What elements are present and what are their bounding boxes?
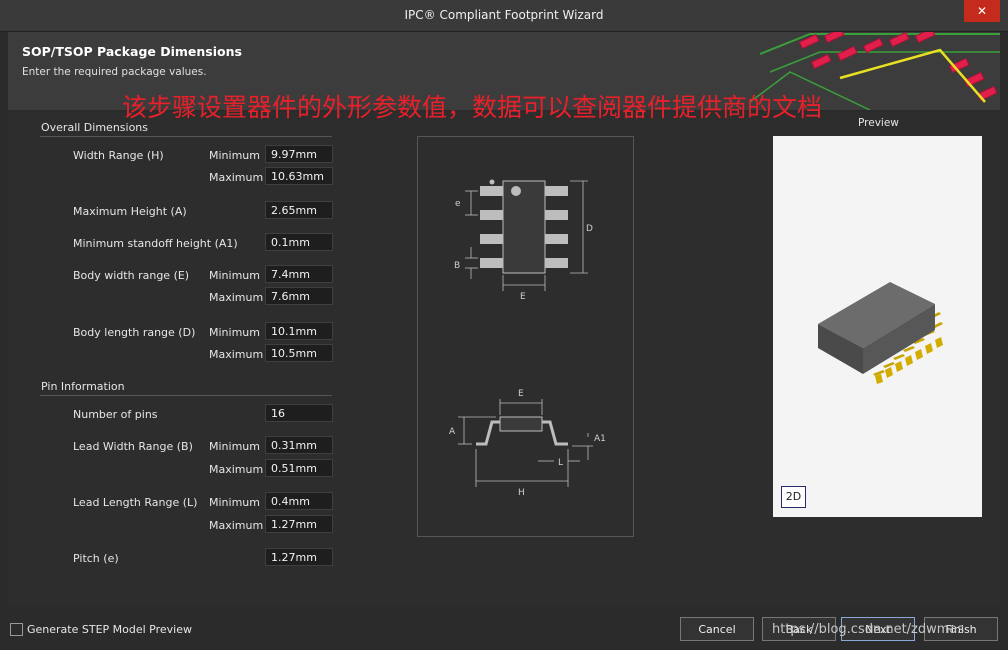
- preview-3d-viewport[interactable]: 2D: [773, 136, 982, 517]
- close-button[interactable]: ✕: [964, 0, 1000, 22]
- max-height-input[interactable]: 2.65mm: [265, 201, 333, 219]
- lead-length-label: Lead Length Range (L): [73, 496, 198, 509]
- dim-e-body-label: E: [520, 292, 526, 302]
- view-2d-button[interactable]: 2D: [781, 486, 806, 508]
- step-model-checkbox-label: Generate STEP Model Preview: [27, 623, 192, 636]
- pitch-label: Pitch (e): [73, 552, 119, 565]
- window-title: IPC® Compliant Footprint Wizard: [404, 8, 604, 22]
- dim-l-label: L: [558, 458, 563, 468]
- pin-information-heading: Pin Information: [41, 380, 125, 393]
- dim-h-label: H: [518, 488, 525, 498]
- lead-width-label: Lead Width Range (B): [73, 440, 193, 453]
- lead-length-min-label: Minimum: [209, 496, 260, 509]
- pin-count-input[interactable]: 16: [265, 404, 333, 422]
- dim-e-side-label: E: [518, 389, 524, 399]
- dialog-footer: Generate STEP Model Preview Cancel Back …: [0, 606, 1008, 650]
- width-min-input[interactable]: 9.97mm: [265, 145, 333, 163]
- body-width-max-input[interactable]: 7.6mm: [265, 287, 333, 305]
- body-length-max-input[interactable]: 10.5mm: [265, 344, 333, 362]
- body-length-min-input[interactable]: 10.1mm: [265, 322, 333, 340]
- title-bar: IPC® Compliant Footprint Wizard ✕: [0, 0, 1008, 32]
- standoff-input[interactable]: 0.1mm: [265, 233, 333, 251]
- top-view-drawing: e B D E: [454, 179, 593, 302]
- watermark-text: https://blog.csdn.net/zdwmas: [772, 622, 965, 637]
- cancel-button[interactable]: Cancel: [680, 617, 754, 641]
- width-max-input[interactable]: 10.63mm: [265, 167, 333, 185]
- lead-length-min-input[interactable]: 0.4mm: [265, 492, 333, 510]
- width-range-label: Width Range (H): [73, 149, 164, 162]
- side-view-drawing: E A A1 L H: [449, 389, 606, 498]
- page-subtitle: Enter the required package values.: [22, 66, 207, 78]
- body-length-min-label: Minimum: [209, 326, 260, 339]
- standoff-label: Minimum standoff height (A1): [73, 237, 238, 250]
- lead-width-max-label: Maximum: [209, 463, 264, 476]
- package-diagram: e B D E E A A1 L H: [417, 136, 634, 537]
- step-model-checkbox[interactable]: [10, 623, 23, 636]
- dim-d-label: D: [586, 224, 593, 234]
- lead-width-max-input[interactable]: 0.51mm: [265, 459, 333, 477]
- pin-count-label: Number of pins: [73, 408, 158, 421]
- dim-b-label: B: [454, 261, 460, 271]
- lead-width-min-input[interactable]: 0.31mm: [265, 436, 333, 454]
- section-divider: [40, 136, 332, 137]
- max-height-label: Maximum Height (A): [73, 205, 187, 218]
- body-width-label: Body width range (E): [73, 269, 190, 282]
- page-title: SOP/TSOP Package Dimensions: [22, 44, 242, 59]
- red-annotation-text: 该步骤设置器件的外形参数值，数据可以查阅器件提供商的文档: [122, 93, 823, 122]
- body-width-max-label: Maximum: [209, 291, 264, 304]
- width-min-label: Minimum: [209, 149, 260, 162]
- body-width-min-label: Minimum: [209, 269, 260, 282]
- preview-label: Preview: [858, 117, 899, 129]
- pitch-input[interactable]: 1.27mm: [265, 548, 333, 566]
- dim-a-label: A: [449, 427, 456, 437]
- body-width-min-input[interactable]: 7.4mm: [265, 265, 333, 283]
- chip-3d-model: [818, 282, 943, 384]
- dim-e-label: e: [455, 199, 461, 209]
- body-length-label: Body length range (D): [73, 326, 196, 339]
- dim-a1-label: A1: [594, 434, 606, 444]
- lead-width-min-label: Minimum: [209, 440, 260, 453]
- lead-length-max-label: Maximum: [209, 519, 264, 532]
- width-max-label: Maximum: [209, 171, 264, 184]
- section-divider: [40, 395, 332, 396]
- dimensions-panel: Overall Dimensions Width Range (H) Minim…: [8, 112, 1000, 606]
- lead-length-max-input[interactable]: 1.27mm: [265, 515, 333, 533]
- body-length-max-label: Maximum: [209, 348, 264, 361]
